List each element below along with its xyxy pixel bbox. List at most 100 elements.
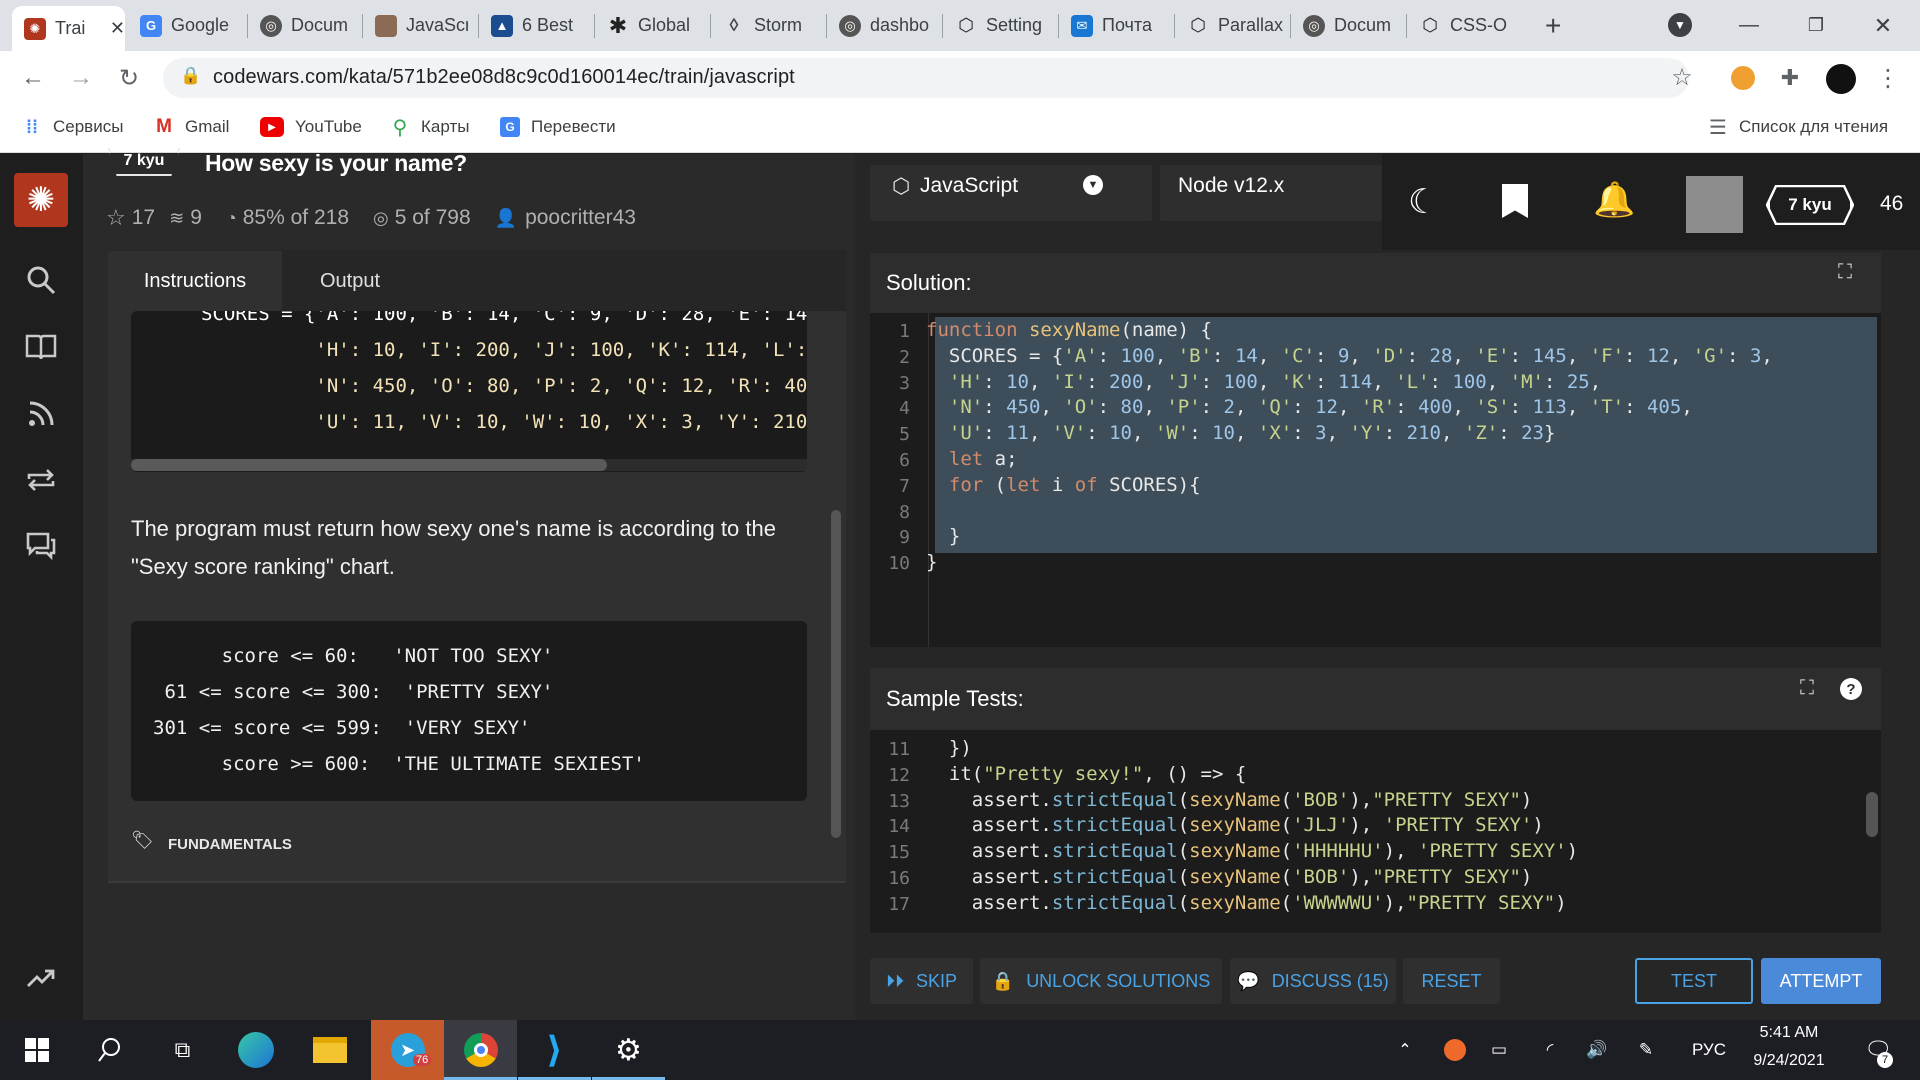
back-icon[interactable]: ←	[15, 60, 51, 96]
translate-icon: G	[500, 117, 520, 137]
new-tab-icon[interactable]: +	[1545, 10, 1561, 42]
extension-icon[interactable]	[1731, 66, 1755, 90]
clock-date[interactable]: 9/24/2021	[1740, 1052, 1838, 1070]
line-number: 15	[888, 842, 910, 864]
reading-list[interactable]: ☰ Список для чтения	[1708, 113, 1888, 141]
kata-rank-badge: 7 kyu	[108, 148, 180, 176]
line-number: 14	[888, 816, 910, 838]
wifi-icon[interactable]: ◜	[1535, 1020, 1565, 1080]
chevron-down-icon[interactable]: ▼	[1083, 175, 1103, 195]
volume-icon[interactable]: 🔊	[1582, 1020, 1612, 1080]
leaderboard-trend-icon[interactable]	[20, 957, 62, 999]
user-avatar[interactable]	[1686, 176, 1743, 233]
horizontal-scrollbar-thumb[interactable]	[131, 459, 607, 471]
tray-overflow-chevron-icon[interactable]: ⌃	[1390, 1020, 1420, 1080]
menu-dots-icon[interactable]: ⋮	[1870, 60, 1906, 96]
browser-tab[interactable]: ⬡ Parallax	[1187, 8, 1285, 43]
expand-icon[interactable]: ⛶	[1838, 261, 1852, 284]
line-number: 1	[899, 321, 910, 342]
telegram-icon[interactable]: ➤ 76	[371, 1020, 444, 1080]
pen-icon[interactable]: ✎	[1631, 1020, 1661, 1080]
browser-tab[interactable]: G Google	[140, 8, 245, 43]
browser-tab[interactable]: ▲ 6 Best	[491, 8, 583, 43]
browser-tab[interactable]: ⬡ CSS-O	[1419, 8, 1514, 43]
expand-icon[interactable]: ⛶	[1800, 677, 1814, 700]
avatar-favicon-icon	[375, 14, 397, 37]
chat-icon: 💬	[1237, 970, 1260, 991]
bookmark-star-icon[interactable]: ☆	[1664, 59, 1700, 95]
version-label: Node v12.x	[1178, 174, 1285, 197]
browser-tab[interactable]: ◎ Docum	[1303, 8, 1401, 43]
ranking-line: 301 <= score <= 599: 'VERY SEXY'	[153, 717, 531, 739]
bookmark-youtube[interactable]: ▶ YouTube	[260, 113, 362, 141]
vscode-icon[interactable]: ⟩	[518, 1020, 591, 1080]
extensions-puzzle-icon[interactable]: ✚	[1772, 60, 1808, 96]
search-icon[interactable]	[20, 259, 62, 301]
close-window-icon[interactable]: ✕	[1852, 0, 1914, 51]
restore-icon[interactable]: ❐	[1785, 0, 1847, 51]
notifications-icon[interactable]: 🗨	[1858, 1020, 1898, 1080]
collection-layers-icon[interactable]: ≋	[169, 208, 184, 229]
instructions-paragraph: The program must return how sexy one's n…	[131, 516, 776, 579]
dark-mode-moon-icon[interactable]: ☾	[1408, 182, 1438, 222]
browser-tab[interactable]: JavaScr	[375, 8, 468, 43]
instructions-scrollbar[interactable]	[831, 510, 841, 838]
reset-button[interactable]: RESET	[1403, 958, 1500, 1004]
help-question-icon[interactable]: ?	[1840, 678, 1862, 700]
discuss-chat-icon[interactable]	[20, 525, 62, 567]
url-text[interactable]: codewars.com/kata/571b2ee08d8c9c0d160014…	[213, 66, 795, 89]
bookmark-translate[interactable]: G Перевести	[500, 113, 616, 141]
test-button[interactable]: TEST	[1635, 958, 1753, 1004]
tab-output[interactable]: Output	[290, 251, 410, 312]
solution-header: Solution:	[870, 253, 1881, 313]
bookmark-apps[interactable]: ⁞⁞ Сервисы	[22, 113, 123, 141]
tests-scrollbar[interactable]	[1866, 792, 1878, 837]
code-line: function sexyName(name) {	[926, 319, 1212, 341]
book-icon[interactable]	[20, 326, 62, 368]
drop-icon: ◊	[729, 15, 739, 35]
feed-icon[interactable]	[20, 393, 62, 435]
clock-time[interactable]: 5:41 AM	[1748, 1024, 1830, 1042]
forward-icon[interactable]: →	[63, 60, 99, 96]
battery-icon[interactable]: ▭	[1484, 1020, 1514, 1080]
reload-icon[interactable]: ↻	[111, 60, 147, 96]
browser-tab[interactable]: ⬡ Setting	[955, 8, 1053, 43]
edge-icon[interactable]	[219, 1020, 292, 1080]
codewars-logo-icon[interactable]: ✺	[14, 173, 68, 227]
practice-repeat-icon[interactable]	[20, 459, 62, 501]
unlock-solutions-button[interactable]: 🔒 UNLOCK SOLUTIONS	[980, 958, 1222, 1004]
browser-tab[interactable]: ◊ Storm	[723, 8, 821, 43]
browser-tab[interactable]: ✱ Global	[607, 8, 699, 43]
profile-avatar[interactable]	[1826, 64, 1856, 94]
tab-instructions[interactable]: Instructions	[108, 251, 282, 312]
star-icon[interactable]: ☆	[106, 205, 126, 231]
tab-search-icon[interactable]: ▼	[1668, 13, 1692, 37]
code-line: assert.strictEqual(sexyName('BOB'),"PRET…	[926, 866, 1533, 888]
browser-tab[interactable]: ◎ dashbo	[839, 8, 933, 43]
notification-bell-icon[interactable]: 🔔	[1593, 180, 1635, 220]
attempt-button[interactable]: ATTEMPT	[1761, 958, 1881, 1004]
windows-start-icon[interactable]	[0, 1020, 73, 1080]
line-number: 16	[888, 868, 910, 889]
browser-tab[interactable]: ◎ Docum	[260, 8, 352, 43]
discuss-button[interactable]: 💬 DISCUSS (15)	[1230, 958, 1396, 1004]
codepen-icon: ⬡	[1422, 15, 1438, 35]
bookmark-maps[interactable]: ⚲ Карты	[390, 113, 470, 141]
close-tab-icon[interactable]: ✕	[110, 18, 125, 39]
input-language[interactable]: РУС	[1688, 1020, 1730, 1080]
minimize-icon[interactable]: —	[1718, 0, 1780, 51]
chrome-icon[interactable]	[444, 1020, 517, 1080]
file-explorer-icon[interactable]	[293, 1020, 366, 1080]
settings-gear-icon[interactable]: ⚙	[592, 1020, 665, 1080]
browser-tab[interactable]: ✉ Почта	[1071, 8, 1169, 43]
lock-icon: 🔒	[991, 970, 1015, 991]
skip-button[interactable]: ⏵⏵ SKIP	[870, 958, 973, 1004]
task-view-icon[interactable]: ⧉	[146, 1020, 219, 1080]
bookmark-gmail[interactable]: M Gmail	[154, 113, 229, 141]
author-name[interactable]: poocritter43	[525, 206, 636, 230]
browser-tab-active[interactable]: ✺ Trai ✕	[12, 6, 125, 51]
tray-app-icon[interactable]	[1440, 1020, 1470, 1080]
code-line: }	[926, 525, 961, 548]
taskbar-search-icon[interactable]	[73, 1020, 146, 1080]
tag-fundamentals[interactable]: FUNDAMENTALS	[168, 836, 292, 853]
